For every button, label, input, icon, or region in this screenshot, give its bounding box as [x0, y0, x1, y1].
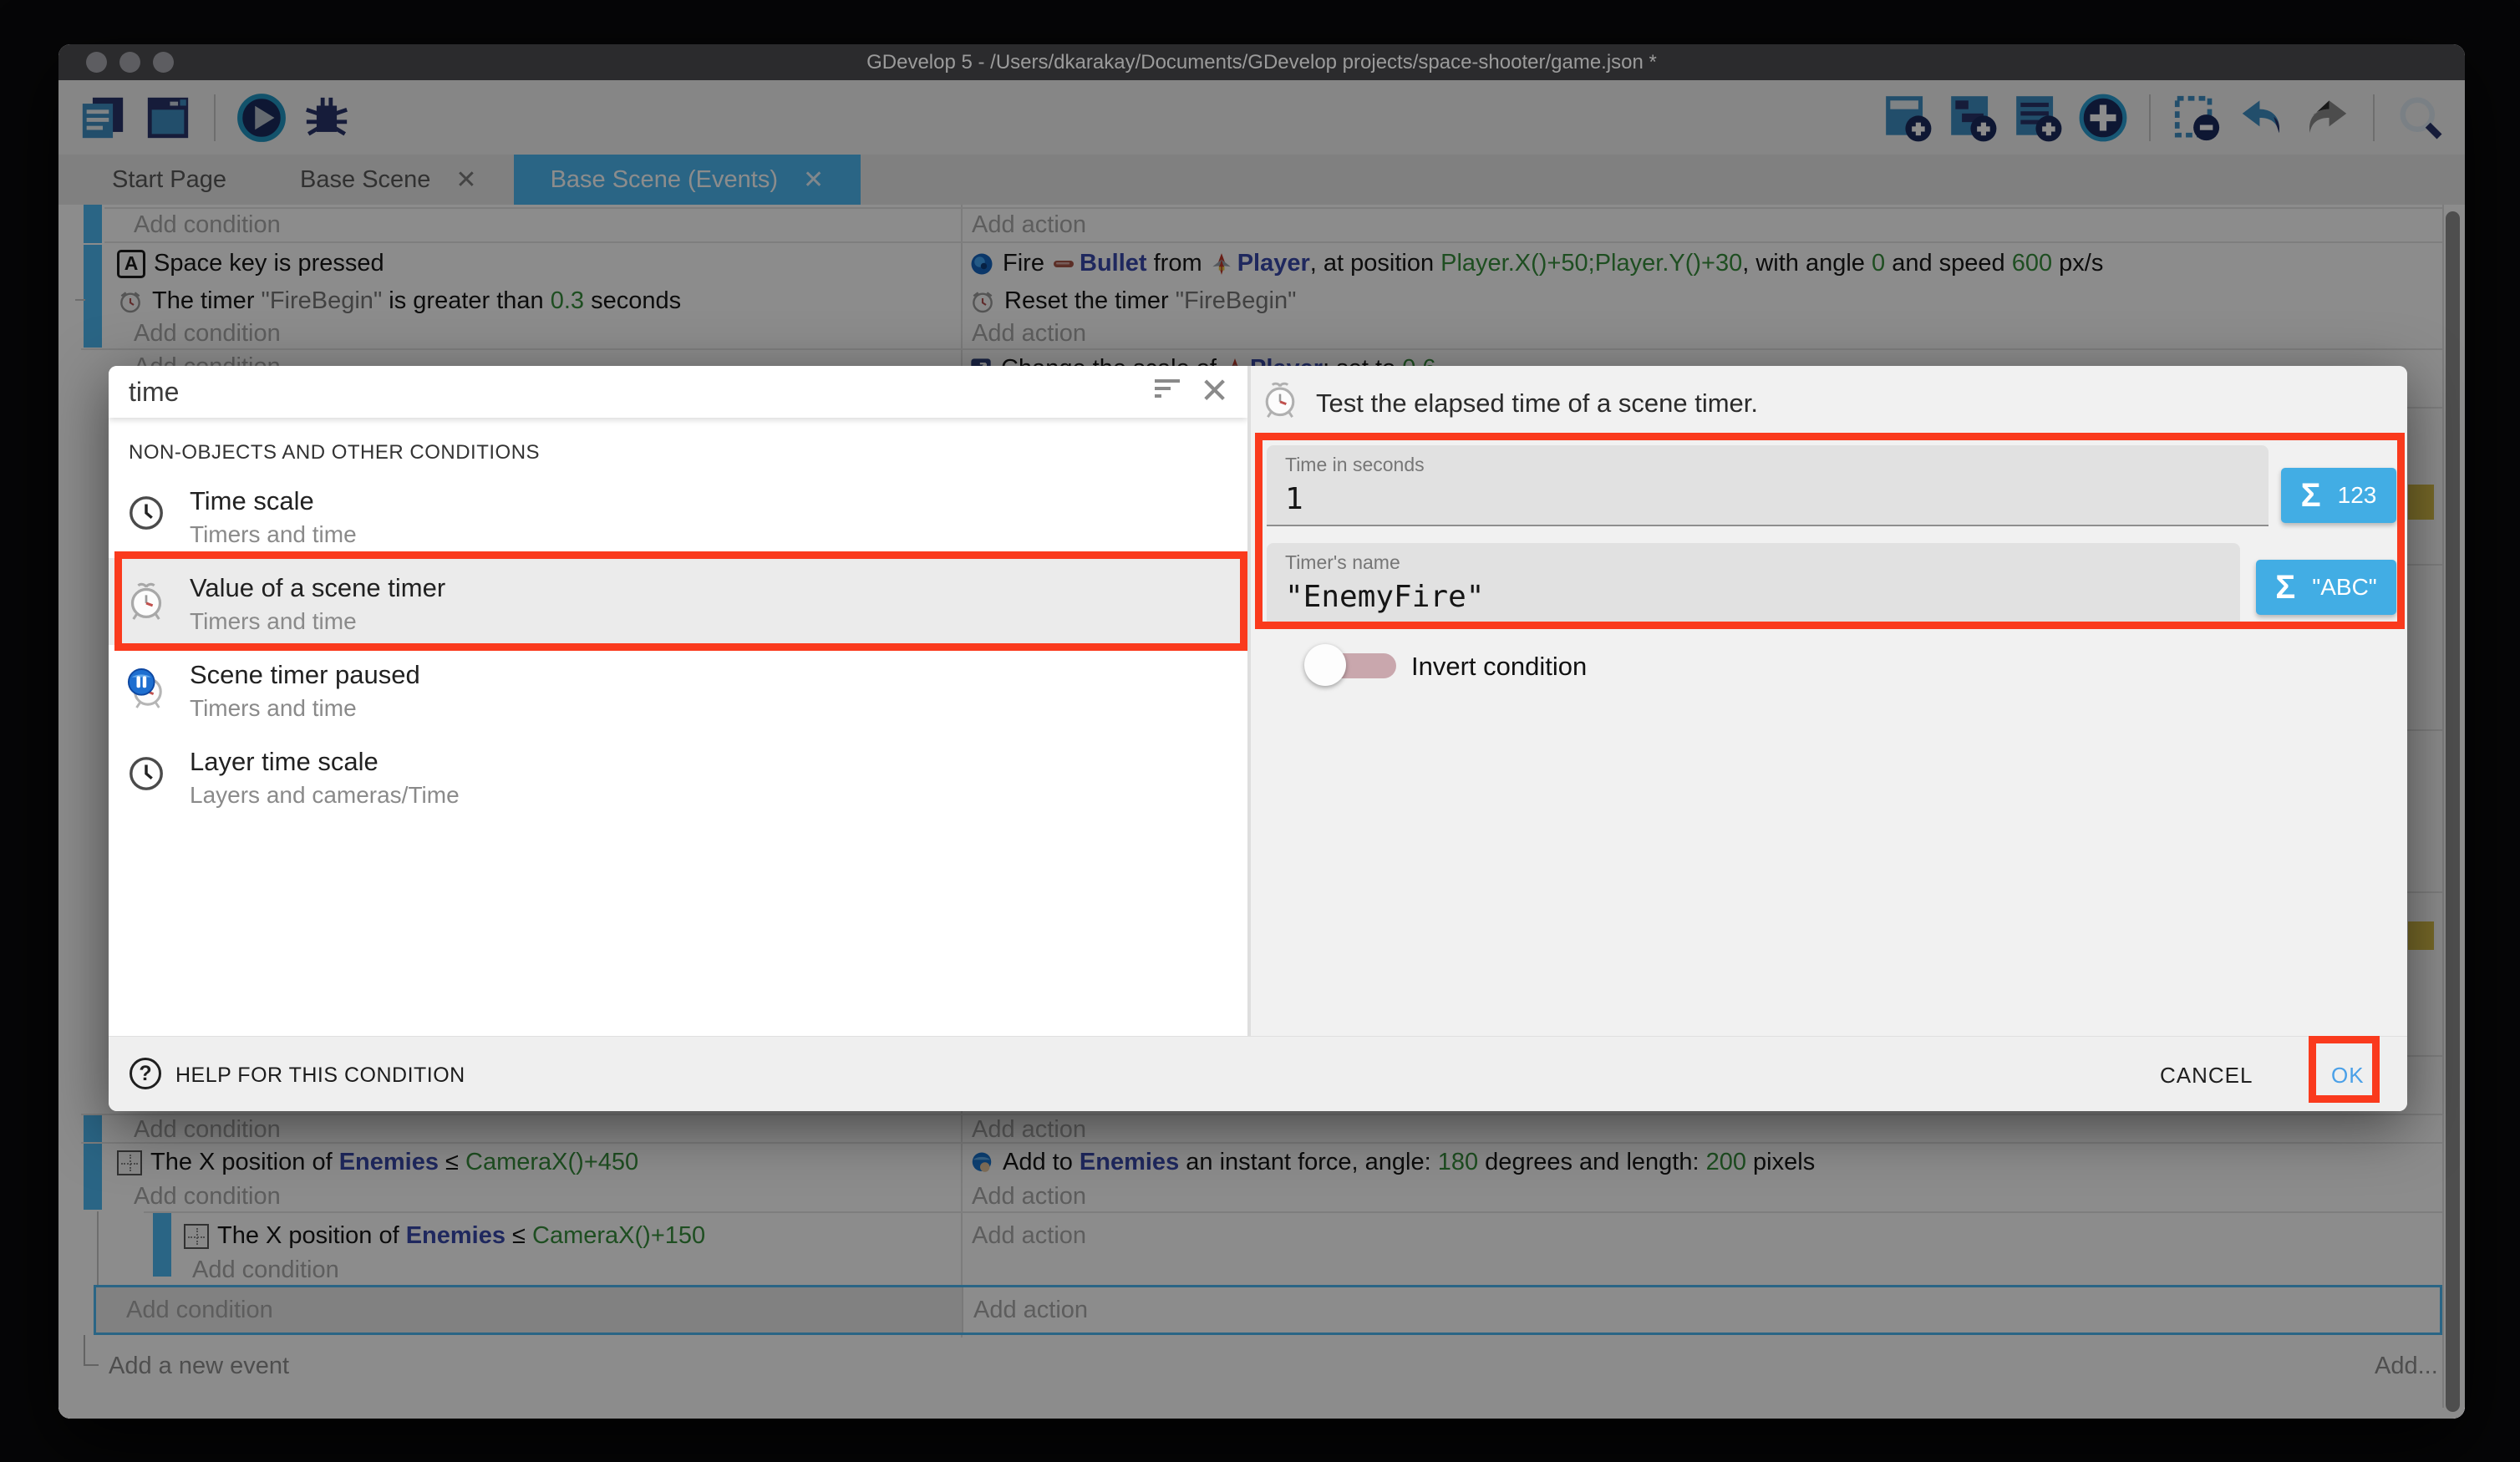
list-item-layer-time-scale[interactable]: Layer time scale Layers and cameras/Time: [109, 732, 1241, 819]
gdevelop-window: GDevelop 5 - /Users/dkarakay/Documents/G…: [58, 44, 2465, 1419]
dialog-footer: ? HELP FOR THIS CONDITION CANCEL OK: [109, 1036, 2407, 1111]
list-item-time-scale[interactable]: Time scale Timers and time: [109, 471, 1241, 558]
close-icon[interactable]: ✕: [1200, 371, 1229, 411]
filter-icon[interactable]: [1155, 379, 1183, 404]
clock-icon: [127, 754, 169, 797]
condition-description: Test the elapsed time of a scene timer.: [1316, 388, 1758, 419]
search-bar: ✕: [109, 366, 1247, 418]
annotation-selected-condition: [114, 551, 1247, 651]
zoom-window-button[interactable]: [153, 52, 174, 73]
cancel-button[interactable]: CANCEL: [2160, 1063, 2253, 1089]
search-input[interactable]: [109, 377, 1095, 408]
invert-condition-toggle[interactable]: [1304, 644, 1346, 686]
list-item-scene-timer-paused[interactable]: Scene timer paused Timers and time: [109, 645, 1241, 732]
alarm-timer-icon: [1262, 379, 1298, 421]
clock-icon: [127, 493, 169, 536]
invert-condition-label: Invert condition: [1411, 652, 1587, 682]
condition-list-panel: ✕ NON-OBJECTS AND OTHER CONDITIONS Time …: [109, 366, 1247, 1036]
window-title: GDevelop 5 - /Users/dkarakay/Documents/G…: [866, 51, 1657, 74]
help-link[interactable]: HELP FOR THIS CONDITION: [175, 1064, 465, 1088]
close-window-button[interactable]: [86, 52, 107, 73]
timer-paused-icon: [127, 667, 169, 710]
annotation-ok-button: [2309, 1036, 2380, 1103]
annotation-parameter-fields: [1255, 433, 2405, 629]
section-header: NON-OBJECTS AND OTHER CONDITIONS: [129, 441, 540, 464]
titlebar: GDevelop 5 - /Users/dkarakay/Documents/G…: [58, 44, 2465, 80]
minimize-window-button[interactable]: [119, 52, 140, 73]
help-icon[interactable]: ?: [130, 1058, 161, 1089]
